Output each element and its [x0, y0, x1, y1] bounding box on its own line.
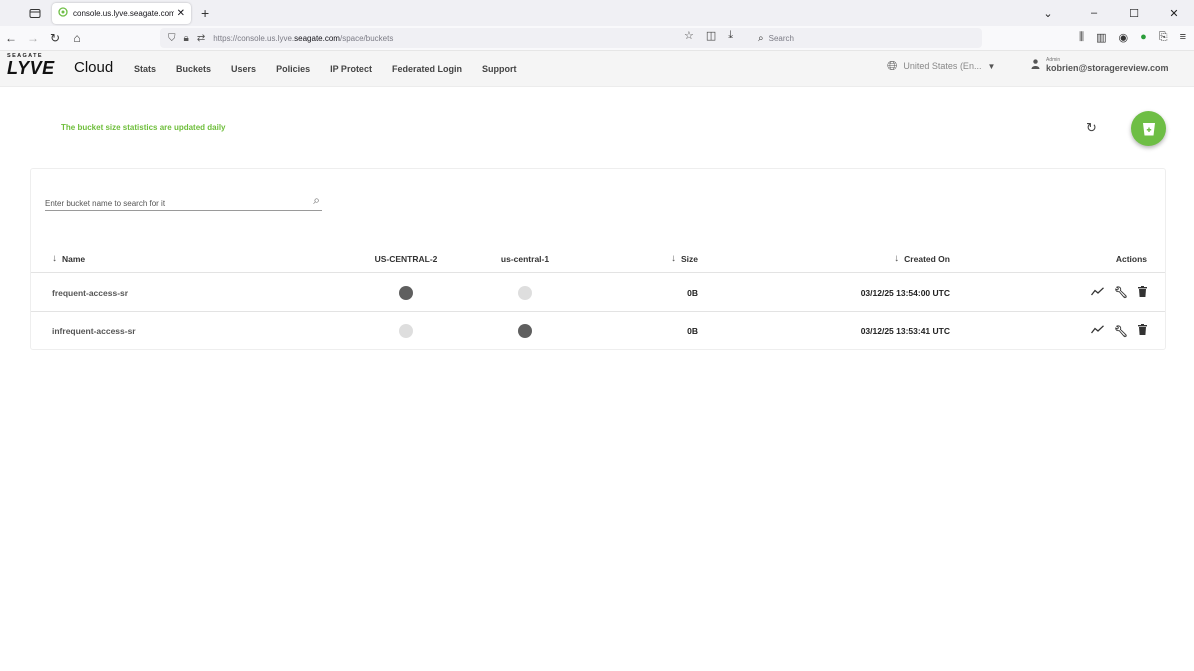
buckets-page: The bucket size statistics are updated d…	[0, 87, 1194, 671]
close-tab-icon[interactable]: ✕	[177, 8, 185, 19]
column-size[interactable]: ↓ Size	[591, 245, 698, 272]
user-menu[interactable]: Admin kobrien@storagereview.com	[1031, 57, 1168, 73]
sort-arrow-icon: ↓	[894, 253, 900, 264]
account-icon[interactable]: ◉	[1119, 31, 1129, 44]
bucket-search-input[interactable]	[45, 194, 285, 208]
minimize-icon[interactable]: –	[1074, 7, 1114, 19]
row-actions: 🔧︎	[1071, 274, 1147, 311]
trash-icon[interactable]	[1138, 285, 1147, 300]
region-label: United States (En...	[903, 61, 982, 71]
column-name[interactable]: ↓ Name	[52, 245, 85, 272]
library-icon[interactable]: ⫼	[1079, 31, 1084, 44]
download-icon[interactable]: ⤓	[728, 29, 733, 42]
column-created-on[interactable]: ↓ Created On	[751, 245, 950, 272]
table-header: ↓ Name US-CENTRAL-2 us-central-1 ↓ Size ↓ C…	[31, 245, 1165, 273]
extension-green-icon[interactable]: ●	[1140, 31, 1147, 44]
stats-chart-icon[interactable]	[1091, 286, 1104, 299]
bucket-name[interactable]: frequent-access-sr	[52, 274, 128, 311]
bookmark-star-icon[interactable]: ☆	[684, 29, 694, 42]
address-bar-actions: ☆ ◫ ⤓	[684, 29, 733, 42]
region-status	[374, 312, 438, 350]
main-nav: Stats Buckets Users Policies IP Protect …	[134, 51, 536, 87]
browser-tab[interactable]: console.us.lyve.seagate.com/sp ✕	[52, 2, 191, 24]
maximize-icon[interactable]: ☐	[1114, 7, 1154, 20]
region-status	[493, 312, 557, 350]
browser-toolbar: ⫼ ▥ ◉ ● ⎘ ≡	[1079, 31, 1186, 44]
logo-cloud: Cloud	[74, 59, 114, 76]
create-bucket-button[interactable]	[1131, 111, 1166, 146]
lock-icon[interactable]: 🔒︎	[184, 33, 189, 44]
region-status	[374, 274, 438, 311]
bucket-size: 0B	[687, 326, 698, 336]
tab-list-icon[interactable]	[24, 2, 46, 24]
url-text: https://console.us.lyve.seagate.com/spac…	[213, 33, 394, 43]
globe-icon: 🌐︎	[887, 58, 898, 73]
logo-product: LYVE	[7, 58, 55, 78]
bucket-created-on: 03/12/25 13:53:41 UTC	[860, 326, 950, 336]
caret-down-icon: ▼	[987, 61, 996, 71]
region-inactive-dot	[399, 324, 413, 338]
bucket-created-on: 03/12/25 13:54:00 UTC	[860, 287, 950, 298]
extensions-icon[interactable]: ▥	[1096, 31, 1106, 44]
column-actions: Actions	[1115, 253, 1147, 264]
bucket-search: ⌕	[45, 193, 322, 211]
trash-icon[interactable]	[1138, 324, 1147, 338]
reload-icon[interactable]: ↻	[44, 31, 66, 45]
nav-support[interactable]: Support	[482, 64, 517, 74]
wrench-icon[interactable]: 🔧︎	[1114, 325, 1128, 338]
region-status	[493, 274, 557, 311]
window-controls: ⌄ – ☐ ✕	[1028, 0, 1194, 26]
nav-buckets[interactable]: Buckets	[176, 64, 211, 74]
stats-chart-icon[interactable]	[1091, 325, 1104, 337]
lyve-cloud-logo[interactable]: SEAGATE LYVE Cloud	[7, 52, 119, 86]
wrench-icon[interactable]: 🔧︎	[1114, 286, 1128, 299]
browser-tab-bar: console.us.lyve.seagate.com/sp ✕ + ⌄ – ☐…	[0, 0, 1194, 26]
bucket-size: 0B	[687, 287, 698, 298]
home-icon[interactable]: ⌂	[66, 31, 88, 45]
pocket-icon[interactable]: ◫	[706, 29, 716, 42]
region-inactive-dot	[518, 285, 532, 300]
search-icon[interactable]: ⌕	[313, 193, 320, 208]
sort-arrow-icon: ↓	[670, 253, 676, 264]
buckets-table-card: ⌕ ↓Name US-CENTRAL-2 us-central-1 ↓Size …	[30, 168, 1166, 350]
row-actions: 🔧︎	[1071, 312, 1147, 350]
share-icon[interactable]: ⎘	[1159, 31, 1168, 44]
table-row: infrequent-access-sr 0B 03/12/25 13:53:4…	[31, 312, 1165, 350]
bucket-name[interactable]: infrequent-access-sr	[52, 312, 136, 350]
new-tab-icon[interactable]: +	[201, 5, 209, 21]
add-bucket-icon	[1142, 122, 1155, 135]
search-icon: ⌕	[758, 32, 764, 44]
table-row: frequent-access-sr 0B 03/12/25 13:54:00 …	[31, 274, 1165, 312]
app-header: SEAGATE LYVE Cloud Stats Buckets Users P…	[0, 51, 1194, 87]
column-us-central-1: us-central-1	[500, 253, 550, 264]
region-active-dot	[399, 285, 413, 300]
nav-ip-protect[interactable]: IP Protect	[330, 64, 372, 74]
browser-search-placeholder: Search	[768, 33, 794, 43]
region-selector[interactable]: 🌐︎ United States (En... ▼	[887, 58, 995, 74]
forward-icon[interactable]: →	[22, 31, 44, 45]
browser-search-box[interactable]: ⌕ Search	[752, 28, 980, 48]
back-icon[interactable]: ←	[0, 31, 22, 45]
list-all-tabs-icon[interactable]: ⌄	[1028, 7, 1068, 20]
permissions-icon[interactable]: ⇄	[197, 33, 205, 44]
browser-nav-bar: ← → ↻ ⌂ ⛉ 🔒︎ ⇄ https://console.us.lyve.s…	[0, 26, 1194, 51]
nav-users[interactable]: Users	[231, 64, 256, 74]
info-message: The bucket size statistics are updated d…	[61, 123, 226, 132]
tab-title: console.us.lyve.seagate.com/sp	[73, 8, 174, 18]
nav-policies[interactable]: Policies	[276, 64, 310, 74]
site-favicon-icon	[58, 7, 68, 19]
shield-icon[interactable]: ⛉	[168, 33, 176, 44]
column-us-central-2: US-CENTRAL-2	[374, 253, 438, 264]
nav-federated-login[interactable]: Federated Login	[392, 64, 462, 74]
sort-arrow-icon: ↓	[52, 253, 57, 264]
menu-icon[interactable]: ≡	[1180, 31, 1186, 44]
nav-stats[interactable]: Stats	[134, 64, 156, 74]
user-email: kobrien@storagereview.com	[1046, 63, 1169, 73]
region-active-dot	[518, 324, 532, 338]
close-window-icon[interactable]: ✕	[1154, 7, 1194, 20]
refresh-icon[interactable]: ↻	[1086, 120, 1097, 136]
user-icon	[1031, 58, 1040, 72]
